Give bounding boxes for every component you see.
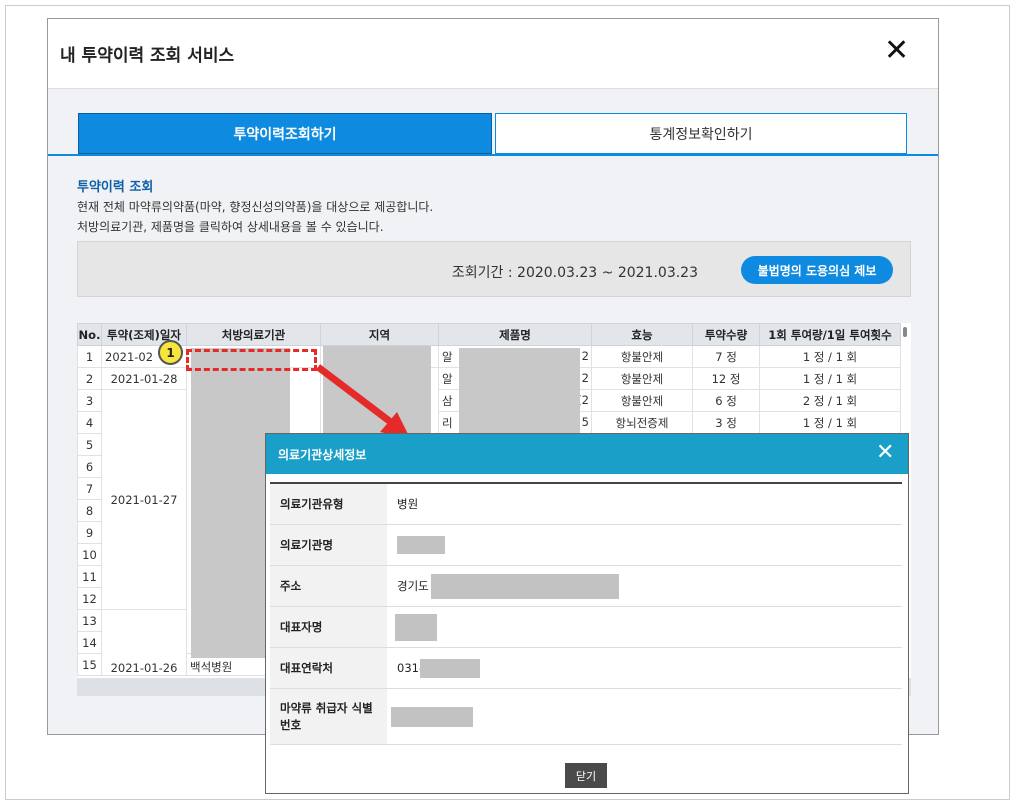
row-date: 2021-01-28 bbox=[101, 367, 187, 390]
product-text-tail[interactable]: 2 bbox=[582, 349, 591, 363]
row-no: 5 bbox=[77, 433, 102, 456]
period-text: 조회기간 : 2020.03.23 ~ 2021.03.23 bbox=[451, 265, 698, 281]
report-identity-theft-button[interactable]: 불법명의 도용의심 제보 bbox=[741, 256, 893, 284]
section-description-2: 처방의료기관, 제품명을 클릭하여 상세내용을 볼 수 있습니다. bbox=[77, 220, 384, 234]
detail-row-type: 의료기관유형 병원 bbox=[270, 484, 902, 525]
row-no: 12 bbox=[77, 587, 102, 610]
row-effect: 항뇌전증제 bbox=[591, 411, 693, 434]
redacted-value bbox=[420, 659, 480, 678]
row-no: 10 bbox=[77, 543, 102, 566]
row-no: 2 bbox=[77, 367, 102, 390]
highlight-box bbox=[186, 349, 317, 371]
row-no: 11 bbox=[77, 565, 102, 588]
close-button[interactable]: 닫기 bbox=[565, 763, 607, 788]
row-effect: 항불안제 bbox=[591, 367, 693, 390]
col-no: No. bbox=[77, 323, 102, 346]
section-description-1: 현재 전체 마약류의약품(마약, 향정신성의약품)을 대상으로 제공합니다. bbox=[77, 200, 434, 214]
institution-detail-modal: 의료기관상세정보 ✕ 의료기관유형 병원 의료기관명 주소 경기도 대표자명 대… bbox=[265, 433, 909, 794]
col-dose: 1회 투여량/1일 투여횟수 bbox=[759, 323, 901, 346]
close-icon[interactable]: ✕ bbox=[876, 438, 894, 468]
detail-row-contact: 대표연락처 031- bbox=[270, 648, 902, 689]
row-date-merged: 2021-01-27 bbox=[101, 389, 187, 610]
col-product: 제품명 bbox=[438, 323, 592, 346]
window-header: 내 투약이력 조회 서비스 ✕ bbox=[48, 19, 938, 89]
detail-key: 대표연락처 bbox=[270, 648, 387, 688]
tab-dosing-history[interactable]: 투약이력조회하기 bbox=[78, 113, 492, 154]
period-box: 조회기간 : 2020.03.23 ~ 2021.03.23 불법명의 도용의심… bbox=[77, 241, 911, 297]
row-qty: 7 정 bbox=[692, 345, 760, 368]
detail-value bbox=[387, 689, 902, 744]
row-no: 13 bbox=[77, 609, 102, 632]
row-dose: 2 정 / 1 회 bbox=[759, 389, 901, 412]
col-region: 지역 bbox=[320, 323, 439, 346]
row-effect: 항불안제 bbox=[591, 345, 693, 368]
row-dose: 1 정 / 1 회 bbox=[759, 367, 901, 390]
col-effect: 효능 bbox=[591, 323, 693, 346]
row-dose: 1 정 / 1 회 bbox=[759, 411, 901, 434]
tab-divider bbox=[48, 154, 938, 156]
detail-row-license: 마약류 취급자 식별번호 bbox=[270, 689, 902, 745]
row-dose: 1 정 / 1 회 bbox=[759, 345, 901, 368]
close-icon[interactable]: ✕ bbox=[884, 33, 909, 69]
redacted-region bbox=[323, 346, 431, 433]
row-no: 8 bbox=[77, 499, 102, 522]
redacted-value bbox=[397, 536, 445, 554]
tab-statistics[interactable]: 통계정보확인하기 bbox=[495, 113, 907, 154]
row-qty: 3 정 bbox=[692, 411, 760, 434]
product-text-tail[interactable]: 2 bbox=[582, 371, 591, 385]
modal-title: 의료기관상세정보 bbox=[278, 448, 367, 462]
row-no: 7 bbox=[77, 477, 102, 500]
row-qty: 6 정 bbox=[692, 389, 760, 412]
detail-key: 주소 bbox=[270, 566, 387, 606]
window-title: 내 투약이력 조회 서비스 bbox=[60, 46, 235, 66]
col-institution: 처방의료기관 bbox=[186, 323, 321, 346]
row-no: 14 bbox=[77, 631, 102, 654]
redacted-value bbox=[431, 574, 619, 599]
row-no: 1 bbox=[77, 345, 102, 368]
product-text[interactable]: 리 bbox=[442, 416, 453, 430]
detail-key: 의료기관명 bbox=[270, 525, 387, 565]
detail-row-name: 의료기관명 bbox=[270, 525, 902, 566]
modal-header: 의료기관상세정보 ✕ bbox=[266, 434, 908, 474]
row-qty: 12 정 bbox=[692, 367, 760, 390]
row-no: 15 bbox=[77, 653, 102, 676]
table-header-row: No. 투약(조제)일자 처방의료기관 지역 제품명 효능 투약수량 1회 투여… bbox=[77, 323, 902, 346]
row-date-merged: 2021-01-26 bbox=[101, 609, 187, 676]
detail-value: 031- bbox=[387, 648, 902, 688]
col-qty: 투약수량 bbox=[692, 323, 760, 346]
step-badge: 1 bbox=[158, 340, 183, 365]
product-text[interactable]: 삼 bbox=[442, 394, 453, 408]
detail-key: 대표자명 bbox=[270, 607, 387, 647]
detail-row-representative: 대표자명 bbox=[270, 607, 902, 648]
detail-row-address: 주소 경기도 bbox=[270, 566, 902, 607]
vertical-scrollbar[interactable] bbox=[903, 327, 907, 337]
redacted-value bbox=[395, 614, 437, 641]
section-title: 투약이력 조회 bbox=[77, 180, 154, 195]
detail-value-text: 경기도 bbox=[397, 579, 429, 593]
redacted-value bbox=[391, 707, 473, 727]
detail-table: 의료기관유형 병원 의료기관명 주소 경기도 대표자명 대표연락처 031- 마… bbox=[270, 482, 902, 745]
product-text[interactable]: 알 bbox=[442, 350, 453, 364]
product-text[interactable]: 알 bbox=[442, 372, 453, 386]
detail-value bbox=[387, 525, 902, 565]
detail-value bbox=[387, 607, 902, 647]
product-text-tail[interactable]: 5 bbox=[582, 415, 591, 429]
row-no: 3 bbox=[77, 389, 102, 412]
detail-key: 마약류 취급자 식별번호 bbox=[270, 689, 387, 744]
row-no: 6 bbox=[77, 455, 102, 478]
redacted-product bbox=[459, 348, 580, 433]
detail-key: 의료기관유형 bbox=[270, 484, 387, 524]
row-no: 4 bbox=[77, 411, 102, 434]
detail-value: 경기도 bbox=[387, 566, 902, 606]
row-no: 9 bbox=[77, 521, 102, 544]
row-effect: 항불안제 bbox=[591, 389, 693, 412]
detail-value: 병원 bbox=[397, 497, 419, 511]
